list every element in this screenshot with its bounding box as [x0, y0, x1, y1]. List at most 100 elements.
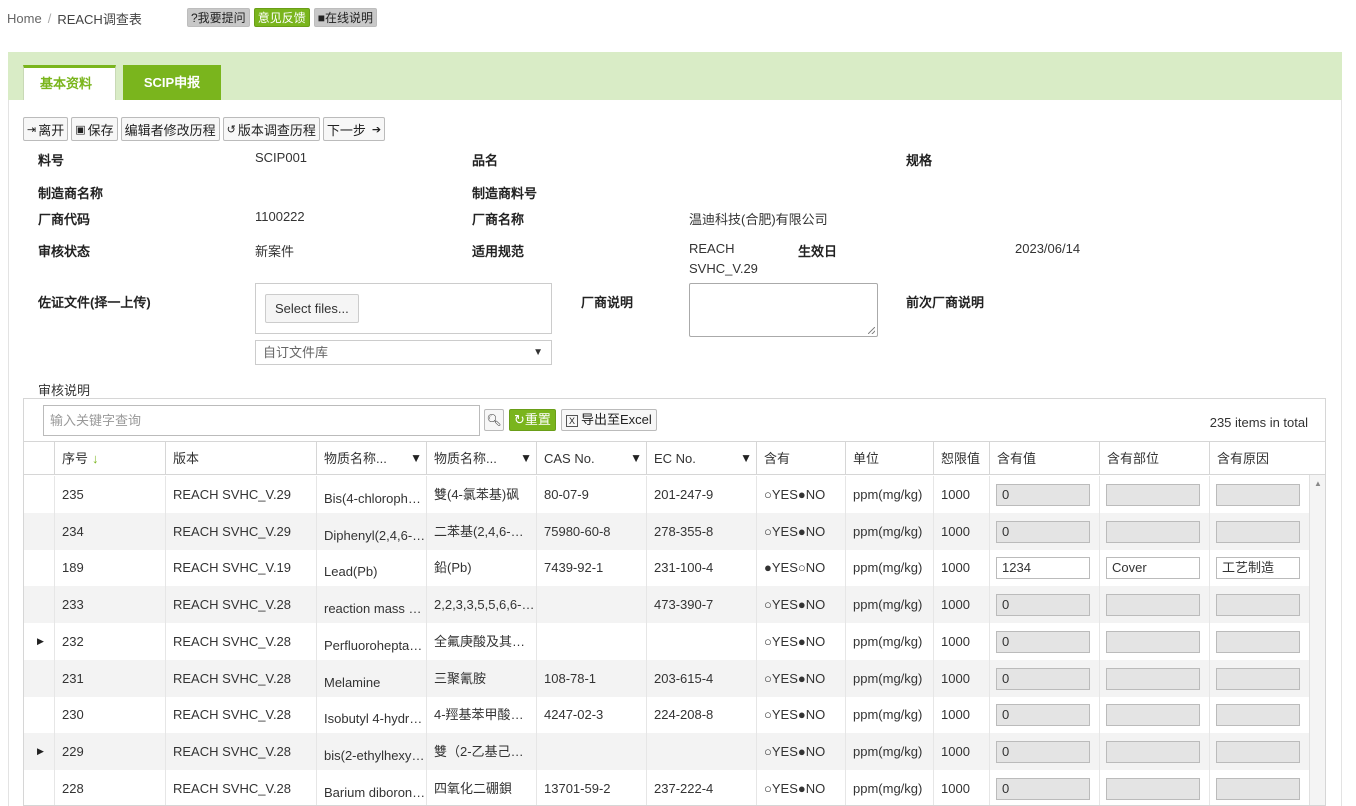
search-icon[interactable]: 🔍︎ [484, 409, 504, 431]
reason-input[interactable] [1216, 667, 1300, 690]
header-cas[interactable]: CAS No. ▼ [536, 442, 646, 475]
select-files-button[interactable]: Select files... [265, 294, 359, 323]
table-row[interactable]: 234REACH SVHC_V.29Diphenyl(2,4,6-trimeth… [24, 512, 1325, 550]
breadcrumb-home[interactable]: Home [7, 11, 42, 26]
table-row[interactable]: 235REACH SVHC_V.29Bis(4-chlorophenyl) su… [24, 476, 1325, 513]
content-input[interactable]: 0 [996, 740, 1090, 763]
header-ec[interactable]: EC No. ▼ [646, 442, 756, 475]
radio-no[interactable]: ○NO [798, 560, 825, 575]
reason-input[interactable] [1216, 594, 1300, 617]
table-row[interactable]: 231 REACH SVHC_V.28 Melamine 三聚氰胺 108-78-1 20… [24, 659, 1325, 697]
version-history-button[interactable]: ↺ 版本调查历程 [222, 117, 320, 141]
part-input[interactable] [1106, 704, 1200, 727]
radio-yes[interactable]: ○YES [764, 781, 798, 796]
header-name-cn[interactable]: 物质名称... ▼ [426, 442, 536, 475]
part-input[interactable] [1106, 740, 1200, 763]
table-row[interactable]: 233 REACH SVHC_V.28 reaction mass of 2,2,3… [24, 586, 1325, 624]
filter-icon[interactable]: ▼ [520, 442, 532, 475]
table-row[interactable]: 189 REACH SVHC_V.19 Lead(Pb) 鉛(Pb) 7439-92-1… [24, 549, 1325, 587]
content-input[interactable]: 1234 [996, 557, 1090, 580]
radio-yes[interactable]: ○YES [764, 707, 798, 722]
contains-radio-group: ○YES●NO [756, 732, 845, 770]
unit-cell: ppm(mg/kg) [845, 769, 933, 805]
reason-input[interactable] [1216, 777, 1300, 800]
reason-input[interactable] [1216, 704, 1300, 727]
version-cell: REACH SVHC_V.28 [165, 659, 316, 697]
save-button[interactable]: ▣ 保存 [71, 117, 118, 141]
content-input[interactable]: 0 [996, 777, 1090, 800]
radio-yes[interactable]: ○YES [764, 487, 798, 502]
vendor-note-textarea[interactable] [689, 283, 878, 337]
filter-icon[interactable]: ▼ [740, 442, 752, 475]
feedback-button[interactable]: 意见反馈 [253, 8, 310, 27]
header-unit[interactable]: 单位 [845, 442, 933, 475]
radio-no[interactable]: ●NO [798, 634, 825, 649]
part-input[interactable] [1106, 777, 1200, 800]
content-input[interactable]: 0 [996, 520, 1090, 543]
header-name-en[interactable]: 物质名称... ▼ [316, 442, 426, 475]
filter-icon[interactable]: ▼ [410, 442, 422, 475]
reason-cell [1209, 696, 1309, 734]
file-library-dropdown[interactable]: 自订文件库 ▼ [255, 340, 552, 365]
tab-basic-info[interactable]: 基本资料 [23, 65, 116, 100]
radio-yes[interactable]: ○YES [764, 671, 798, 686]
part-input[interactable] [1106, 594, 1200, 617]
ask-question-button[interactable]: ?我要提问 [187, 8, 250, 27]
reason-input[interactable] [1216, 520, 1300, 543]
ec-cell [646, 732, 756, 770]
table-row[interactable]: ▶ 232REACH SVHC_V.28Perfluoroheptanoic ac… [24, 622, 1325, 660]
radio-no[interactable]: ●NO [798, 744, 825, 759]
part-input[interactable] [1106, 667, 1200, 690]
online-help-button[interactable]: ■在线说明 [313, 8, 377, 27]
radio-no[interactable]: ●NO [798, 597, 825, 612]
content-input[interactable]: 0 [996, 667, 1090, 690]
filter-icon[interactable]: ▼ [630, 442, 642, 475]
leave-button[interactable]: ⇥ 离开 [23, 117, 69, 141]
reason-cell [1209, 586, 1309, 624]
grid-scrollbar[interactable]: ▲ [1309, 475, 1325, 805]
table-row[interactable]: 228REACH SVHC_V.28Barium diboron tetraox… [24, 769, 1325, 805]
part-input[interactable]: Cover [1106, 557, 1200, 580]
header-threshold[interactable]: 恕限值 [933, 442, 989, 475]
radio-no[interactable]: ●NO [798, 487, 825, 502]
table-row[interactable]: ▶ 229REACH SVHC_V.28bis(2-ethylhexyl) tet… [24, 732, 1325, 770]
part-input[interactable] [1106, 520, 1200, 543]
header-part[interactable]: 含有部位 [1099, 442, 1209, 475]
header-contains[interactable]: 含有 [756, 442, 845, 475]
content-input[interactable]: 0 [996, 704, 1090, 727]
edit-history-button[interactable]: 编辑者修改历程 [120, 117, 220, 141]
reset-button[interactable]: ↻重置 [509, 409, 556, 431]
table-row[interactable]: 230REACH SVHC_V.28Isobutyl 4-hydroxybenz… [24, 696, 1325, 734]
radio-no[interactable]: ●NO [798, 707, 825, 722]
radio-no[interactable]: ●NO [798, 671, 825, 686]
header-seq[interactable]: 序号 ↓ [54, 442, 165, 475]
reason-input[interactable] [1216, 630, 1300, 653]
expand-row-icon[interactable]: ▶ [37, 733, 44, 770]
file-upload-area[interactable]: Select files... [255, 283, 552, 334]
radio-no[interactable]: ●NO [798, 524, 825, 539]
tab-scip[interactable]: SCIP申报 [123, 65, 221, 100]
content-input[interactable]: 0 [996, 630, 1090, 653]
radio-no[interactable]: ●NO [798, 781, 825, 796]
radio-yes[interactable]: ●YES [764, 560, 798, 575]
grid-search-input[interactable]: 输入关键字查询 [43, 405, 480, 436]
radio-yes[interactable]: ○YES [764, 744, 798, 759]
reason-input[interactable] [1216, 484, 1300, 506]
header-version[interactable]: 版本 [165, 442, 316, 475]
header-reason[interactable]: 含有原因 [1209, 442, 1309, 475]
part-input[interactable] [1106, 484, 1200, 506]
expand-row-icon[interactable]: ▶ [37, 623, 44, 660]
content-input[interactable]: 0 [996, 594, 1090, 617]
next-step-button[interactable]: 下一步 ➔ [322, 117, 386, 141]
scroll-up-icon[interactable]: ▲ [1314, 479, 1322, 488]
radio-yes[interactable]: ○YES [764, 634, 798, 649]
header-content[interactable]: 含有值 [989, 442, 1099, 475]
cas-cell: 108-78-1 [536, 659, 646, 697]
export-excel-button[interactable]: X 导出至Excel [561, 409, 657, 431]
content-input[interactable]: 0 [996, 484, 1090, 506]
radio-yes[interactable]: ○YES [764, 597, 798, 612]
reason-input[interactable] [1216, 740, 1300, 763]
radio-yes[interactable]: ○YES [764, 524, 798, 539]
reason-input[interactable]: 工艺制造 [1216, 557, 1300, 580]
part-input[interactable] [1106, 630, 1200, 653]
